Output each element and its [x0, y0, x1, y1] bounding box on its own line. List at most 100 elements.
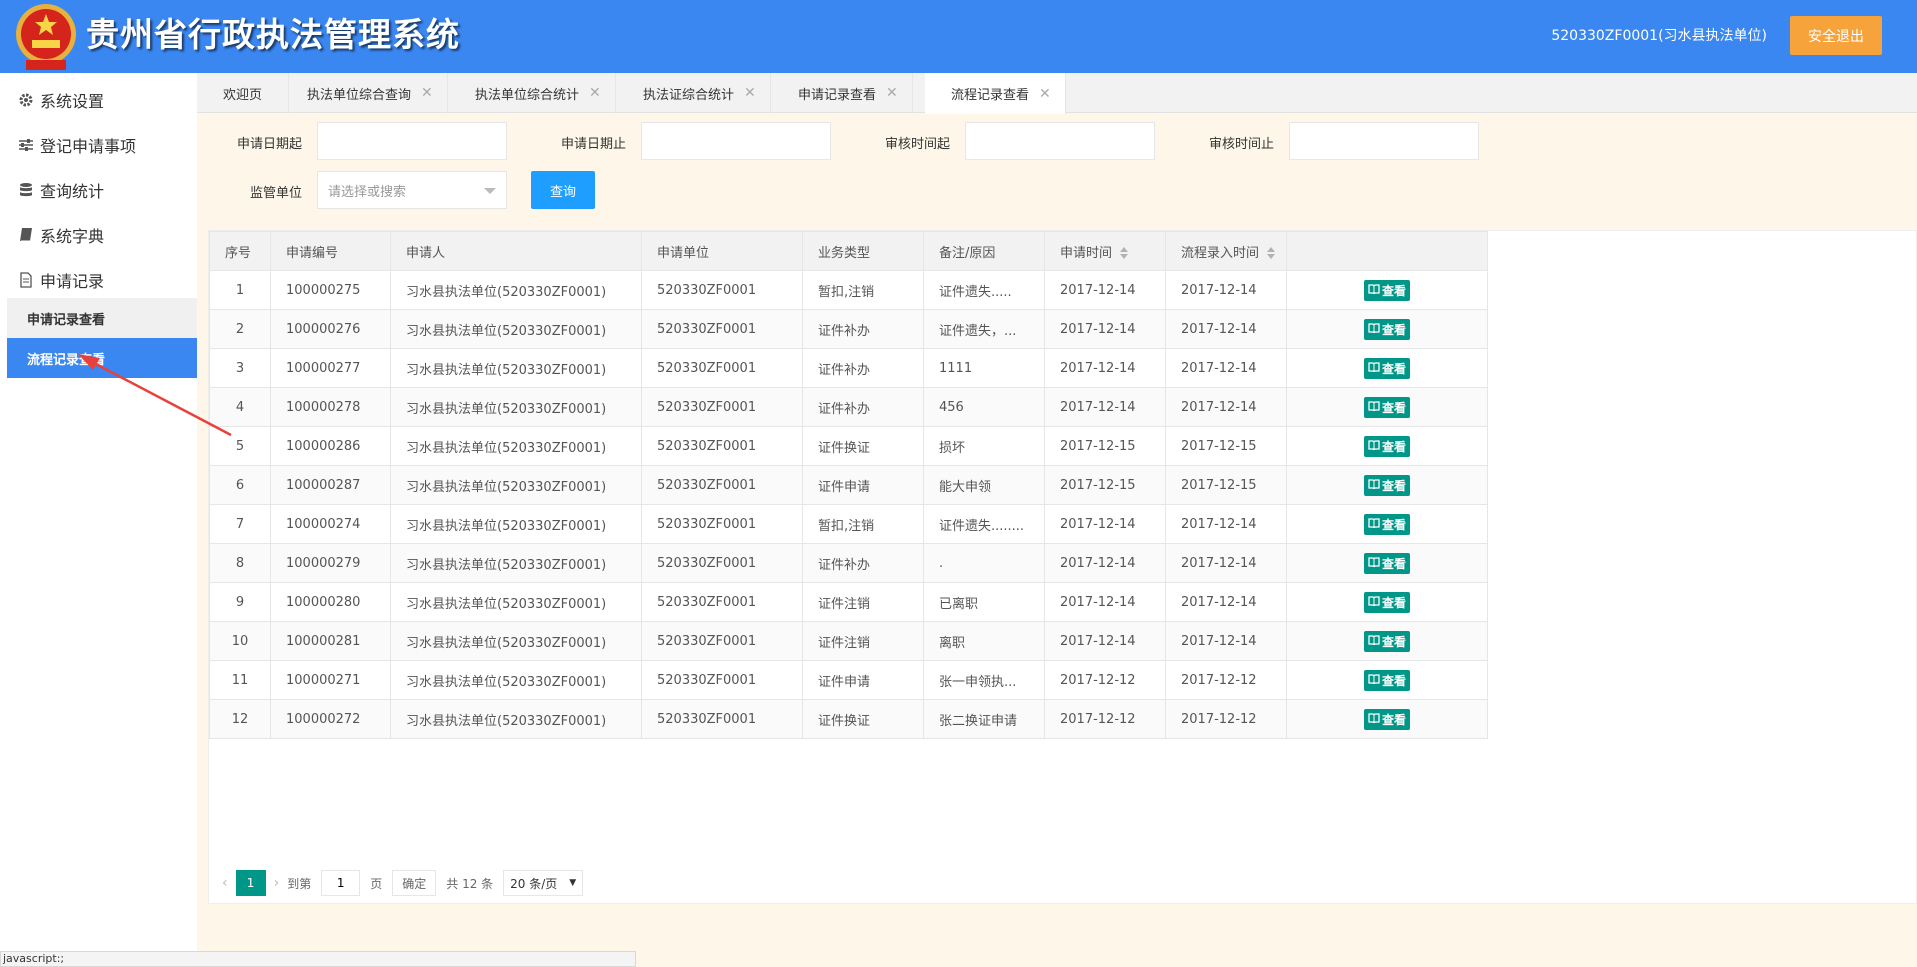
- col-header-sortable[interactable]: 申请时间: [1044, 231, 1166, 271]
- current-user: 520330ZF0001(习水县执法单位): [1551, 28, 1767, 44]
- table-cell: 2017-12-14: [1165, 504, 1287, 544]
- table-cell-actions: 查看: [1286, 660, 1488, 700]
- table-cell: 离职: [923, 621, 1045, 661]
- table-cell: 2017-12-12: [1044, 660, 1166, 700]
- browser-status-bar: javascript:;: [0, 951, 636, 967]
- open-book-icon: [1368, 712, 1380, 726]
- table-header-row: 序号 申请编号 申请人 申请单位 业务类型 备注/原因 申请时间 流程录入时间: [209, 231, 1488, 271]
- table-cell: 5: [209, 426, 271, 466]
- tab-license-statistics[interactable]: 执法证综合统计 ✕: [617, 73, 771, 113]
- close-icon[interactable]: ✕: [886, 85, 898, 101]
- table-cell: 暂扣,注销: [802, 504, 924, 544]
- tab-flow-record-view[interactable]: 流程记录查看 ✕: [925, 73, 1066, 114]
- view-button[interactable]: 查看: [1363, 435, 1410, 457]
- view-button[interactable]: 查看: [1363, 630, 1410, 652]
- open-book-icon: [1368, 673, 1380, 687]
- table-cell: 520330ZF0001: [641, 426, 803, 466]
- view-button-label: 查看: [1381, 439, 1406, 454]
- sidebar-item-dictionary[interactable]: 系统字典: [0, 213, 197, 257]
- apply-date-from-input[interactable]: [317, 122, 507, 160]
- table-row: 8 100000279 习水县执法单位(520330ZF0001) 520330ZF0…: [209, 543, 1488, 583]
- goto-confirm-button[interactable]: 确定: [392, 870, 437, 896]
- table-cell: 习水县执法单位(520330ZF0001): [390, 426, 642, 466]
- view-button[interactable]: 查看: [1363, 474, 1410, 496]
- col-header-label: 申请时间: [1060, 245, 1113, 261]
- tab-apply-record-view[interactable]: 申请记录查看 ✕: [772, 73, 913, 113]
- sidebar-item-label: 申请记录: [40, 272, 105, 291]
- prev-page-icon[interactable]: ‹: [222, 875, 228, 891]
- table-cell: 2017-12-14: [1044, 270, 1166, 310]
- col-header-actions: [1286, 231, 1488, 271]
- table-row: 3 100000277 习水县执法单位(520330ZF0001) 520330ZF0…: [209, 348, 1488, 388]
- label-review-time-from: 审核时间起: [884, 137, 950, 152]
- table-cell: 520330ZF0001: [641, 348, 803, 388]
- sliders-icon: [16, 135, 36, 155]
- col-header: 申请单位: [641, 231, 803, 271]
- apply-date-to-input[interactable]: [641, 122, 831, 160]
- close-icon[interactable]: ✕: [744, 85, 756, 101]
- tab-unit-statistics[interactable]: 执法单位综合统计 ✕: [449, 73, 616, 113]
- next-page-icon[interactable]: ›: [274, 875, 280, 891]
- logout-button[interactable]: 安全退出: [1790, 16, 1882, 55]
- open-book-icon: [1368, 283, 1380, 297]
- view-button-label: 查看: [1381, 361, 1406, 376]
- label-apply-date-to: 申请日期止: [560, 137, 626, 152]
- table-cell-actions: 查看: [1286, 348, 1488, 388]
- table-cell: 证件补办: [802, 543, 924, 583]
- database-icon: [16, 180, 36, 200]
- table-cell: 520330ZF0001: [641, 699, 803, 739]
- col-header: 序号: [209, 231, 271, 271]
- sidebar-item-statistics[interactable]: 查询统计: [0, 168, 197, 212]
- per-page-select[interactable]: 20 条/页 ▼: [503, 870, 584, 896]
- sort-icon[interactable]: [1267, 247, 1276, 259]
- close-icon[interactable]: ✕: [1039, 86, 1051, 102]
- table-cell-actions: 查看: [1286, 543, 1488, 583]
- view-button-label: 查看: [1381, 556, 1406, 571]
- page-number-current[interactable]: 1: [235, 870, 266, 896]
- open-book-icon: [1368, 400, 1380, 414]
- table-cell: 2017-12-14: [1165, 387, 1287, 427]
- supervisor-unit-select[interactable]: 请选择或搜索: [317, 171, 507, 209]
- close-icon[interactable]: ✕: [421, 85, 433, 101]
- view-button[interactable]: 查看: [1363, 318, 1410, 340]
- view-button[interactable]: 查看: [1363, 513, 1410, 535]
- table-cell: 证件补办: [802, 309, 924, 349]
- tab-welcome[interactable]: 欢迎页: [197, 73, 290, 113]
- table-cell: 2: [209, 309, 271, 349]
- view-button[interactable]: 查看: [1363, 279, 1410, 301]
- sort-icon[interactable]: [1120, 247, 1129, 259]
- goto-page-input[interactable]: [321, 870, 361, 896]
- close-icon[interactable]: ✕: [589, 85, 601, 101]
- query-button[interactable]: 查询: [531, 171, 595, 209]
- sidebar-sub-flow-record-view[interactable]: 流程记录查看: [7, 338, 197, 378]
- table-cell: 习水县执法单位(520330ZF0001): [390, 387, 642, 427]
- sidebar-item-registration[interactable]: 登记申请事项: [0, 123, 197, 167]
- view-button[interactable]: 查看: [1363, 708, 1410, 730]
- table-cell: 100000278: [270, 387, 391, 427]
- table-cell-actions: 查看: [1286, 465, 1488, 505]
- col-header-sortable[interactable]: 流程录入时间: [1165, 231, 1287, 271]
- goto-label: 到第: [287, 876, 312, 891]
- view-button[interactable]: 查看: [1363, 357, 1410, 379]
- sidebar-sub-apply-record-view[interactable]: 申请记录查看: [7, 298, 197, 338]
- sidebar-item-system-settings[interactable]: 系统设置: [0, 78, 197, 122]
- table-cell: 习水县执法单位(520330ZF0001): [390, 309, 642, 349]
- table-cell: 损坏: [923, 426, 1045, 466]
- table-cell: 9: [209, 582, 271, 622]
- table-cell: 7: [209, 504, 271, 544]
- view-button[interactable]: 查看: [1363, 396, 1410, 418]
- tab-unit-query[interactable]: 执法单位综合查询 ✕: [281, 73, 448, 113]
- sidebar-item-apply-records[interactable]: 申请记录: [0, 258, 197, 302]
- open-book-icon: [1368, 556, 1380, 570]
- view-button[interactable]: 查看: [1363, 669, 1410, 691]
- view-button[interactable]: 查看: [1363, 552, 1410, 574]
- table-row: 4 100000278 习水县执法单位(520330ZF0001) 520330ZF0…: [209, 387, 1488, 427]
- table-cell: 2017-12-14: [1044, 348, 1166, 388]
- book-icon: [16, 225, 36, 245]
- table-cell: 1111: [923, 348, 1045, 388]
- view-button[interactable]: 查看: [1363, 591, 1410, 613]
- table-cell: 习水县执法单位(520330ZF0001): [390, 348, 642, 388]
- review-time-to-input[interactable]: [1289, 122, 1479, 160]
- table-cell: 8: [209, 543, 271, 583]
- review-time-from-input[interactable]: [965, 122, 1155, 160]
